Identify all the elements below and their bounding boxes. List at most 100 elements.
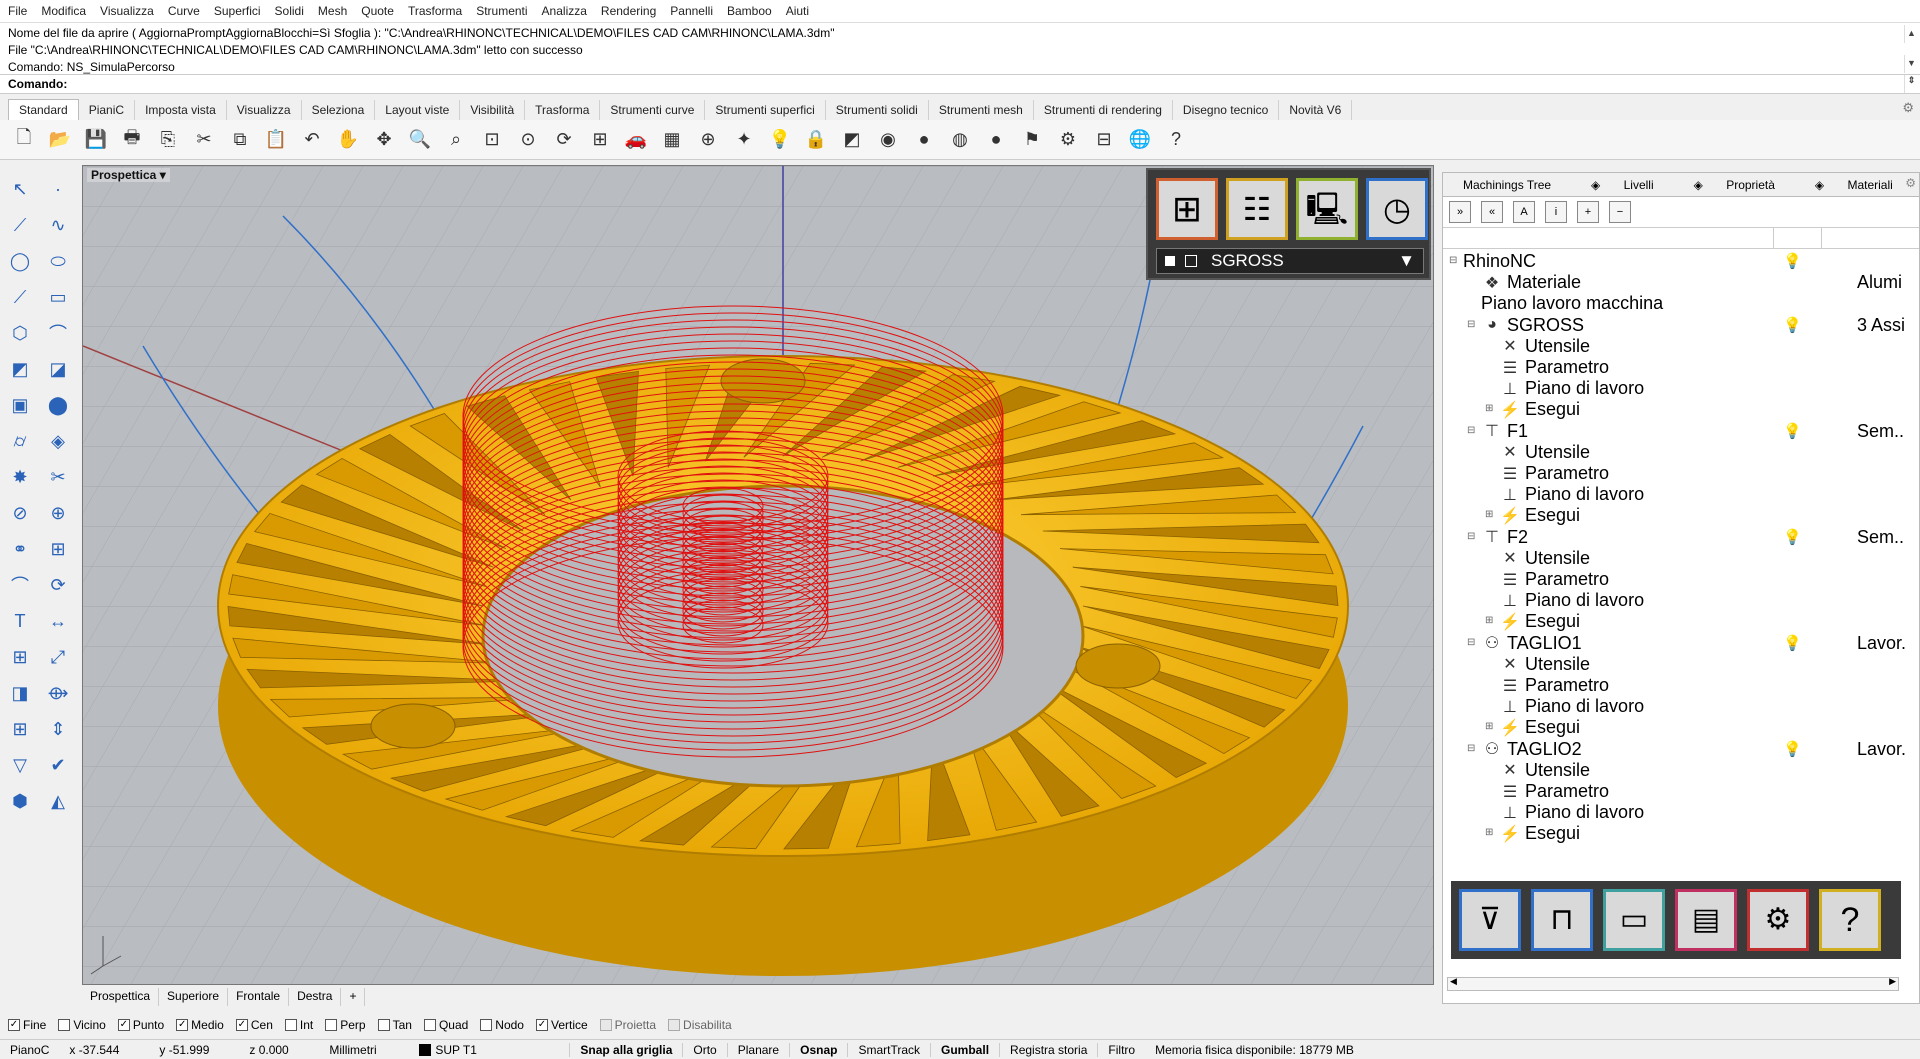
osnap-cen[interactable]: ✓ Cen [235,1018,273,1032]
info-icon[interactable]: i [1545,201,1567,223]
panel-settings-gear-icon[interactable]: ⚙ [1905,176,1916,190]
osnap-checkbox[interactable] [284,1019,297,1031]
tree-node-utensile[interactable]: ✕ Utensile [1499,760,1590,781]
split-icon[interactable]: ⊘ [4,497,36,529]
tree-node-esegui[interactable]: ⊞ ⚡ Esegui [1485,505,1580,526]
osnap-checkbox[interactable] [423,1019,436,1031]
tabs-settings-gear-icon[interactable]: ⚙ [1902,100,1914,116]
tree-node-rhinonc[interactable]: ⊟ RhinoNC [1449,251,1536,272]
osnap-nodo[interactable]: Nodo [480,1018,524,1032]
transform-icon[interactable]: ⟴ [42,677,74,709]
archive-button[interactable]: ▤ [1675,889,1737,951]
tool-library-button[interactable]: ⊽ [1459,889,1521,951]
expand-toggle-icon[interactable]: ⊞ [1485,721,1493,732]
align-icon[interactable]: ⇕ [42,713,74,745]
four-views-icon[interactable]: ⊞ [584,124,616,156]
ellipse-icon[interactable]: ⬭ [42,245,74,277]
tree-node-piano-di-lavoro[interactable]: ⊥ Piano di lavoro [1499,590,1644,611]
tree-node-f1[interactable]: ⊟ ⊤ F1 [1467,421,1528,442]
menu-pannelli[interactable]: Pannelli [670,4,713,18]
help-button[interactable]: ? [1819,889,1881,951]
bulb-on-icon[interactable]: 💡 [1783,528,1802,546]
bulb-off-icon[interactable]: 💡 [1783,740,1802,758]
machining-selector[interactable]: SGROSS ▼ [1156,248,1424,274]
osnap-checkbox[interactable] [58,1019,71,1031]
add-viewport-icon[interactable]: + [341,988,366,1006]
viewport-tab-destra[interactable]: Destra [289,988,342,1006]
light-icon[interactable]: 💡 [764,124,796,156]
status-toggle-orto[interactable]: Orto [682,1042,726,1057]
tab-visibilit[interactable]: Visibilità [460,100,526,120]
tree-node-parametro[interactable]: ☰ Parametro [1499,781,1609,802]
curve-icon[interactable]: ∿ [42,209,74,241]
menu-rendering[interactable]: Rendering [601,4,656,18]
stock-button[interactable]: ☷ [1226,178,1288,240]
layer-icon[interactable]: ◩ [836,124,868,156]
trim-icon[interactable]: ✂ [42,461,74,493]
menu-file[interactable]: File [8,4,27,18]
new-machining-button[interactable]: ⊞ [1156,178,1218,240]
box-icon[interactable]: ▣ [4,389,36,421]
tab-strumenti-superfici[interactable]: Strumenti superfici [705,100,826,120]
polyline-icon[interactable]: ⟋ [4,209,36,241]
tab-pianic[interactable]: PianiC [79,100,136,120]
cylinder-icon[interactable]: ⌭ [4,425,36,457]
expand-all-icon[interactable]: » [1449,201,1471,223]
tree-node-materiale[interactable]: ❖ Materiale [1481,272,1581,293]
print-icon[interactable]: 🖶 [116,124,148,156]
settings-button[interactable]: ⚙ [1747,889,1809,951]
history-scroll-up-icon[interactable]: ▲ [1904,25,1918,43]
tree-node-esegui[interactable]: ⊞ ⚡ Esegui [1485,611,1580,632]
tree-node-taglio1[interactable]: ⊟ ⚇ TAGLIO1 [1467,633,1582,654]
tab-disegno-tecnico[interactable]: Disegno tecnico [1173,100,1280,120]
simulate-button[interactable]: 🖳 [1296,178,1358,240]
mesh-icon[interactable]: ◈ [42,425,74,457]
status-toggle-registra-storia[interactable]: Registra storia [999,1042,1097,1057]
solid-icon[interactable]: ⬢ [4,785,36,817]
flag-icon[interactable]: ⚑ [1016,124,1048,156]
surface-icon[interactable]: ◩ [4,353,36,385]
sphere-icon[interactable]: ● [980,124,1012,156]
zoom-out-icon[interactable]: − [1609,201,1631,223]
status-toggle-osnap[interactable]: Osnap [789,1042,847,1057]
command-input[interactable]: Comando: ⇕ [0,74,1920,94]
menu-trasforma[interactable]: Trasforma [408,4,462,18]
tree-node-sgross[interactable]: ⊟ ◕ SGROSS [1467,315,1584,336]
pan-icon[interactable]: ✋ [332,124,364,156]
machine-button[interactable]: ⊓ [1531,889,1593,951]
tree-node-utensile[interactable]: ✕ Utensile [1499,654,1590,675]
osnap-checkbox[interactable]: ✓ [235,1019,248,1031]
grid-array-icon[interactable]: ⊞ [4,713,36,745]
color-wheel-icon[interactable]: ◉ [872,124,904,156]
text-icon[interactable]: T [4,605,36,637]
point-icon[interactable]: · [42,173,74,205]
osnap-checkbox[interactable] [377,1019,390,1031]
tree-node-esegui[interactable]: ⊞ ⚡ Esegui [1485,399,1580,420]
tab-layout-viste[interactable]: Layout viste [375,100,461,120]
panel-tab-machinings-tree[interactable]: Machinings Tree [1443,175,1571,195]
tab-strumenti-solidi[interactable]: Strumenti solidi [826,100,929,120]
paste-icon[interactable]: 📋 [260,124,292,156]
bulb-on-icon[interactable]: 💡 [1783,252,1802,270]
status-toggle-smarttrack[interactable]: SmartTrack [847,1042,930,1057]
tree-node-piano-di-lavoro[interactable]: ⊥ Piano di lavoro [1499,378,1644,399]
units[interactable]: Millimetri [319,1043,409,1057]
zoom-in-icon[interactable]: + [1577,201,1599,223]
osnap-checkbox[interactable]: ✓ [176,1019,189,1031]
zoom-window-icon[interactable]: ⌕ [440,124,472,156]
osnap-perp[interactable]: Perp [325,1018,366,1032]
shade-icon[interactable]: ● [908,124,940,156]
menu-curve[interactable]: Curve [168,4,200,18]
tab-strumenti-di-rendering[interactable]: Strumenti di rendering [1034,100,1173,120]
collapse-toggle-icon[interactable]: ⊟ [1467,319,1475,330]
tree-node-taglio2[interactable]: ⊟ ⚇ TAGLIO2 [1467,739,1582,760]
osnap-vertice[interactable]: ✓ Vertice [535,1018,588,1032]
collapse-toggle-icon[interactable]: ⊟ [1467,425,1475,436]
tree-node-parametro[interactable]: ☰ Parametro [1499,463,1609,484]
menu-analizza[interactable]: Analizza [542,4,587,18]
array-icon[interactable]: ⊞ [4,641,36,673]
tab-novit-v6[interactable]: Novità V6 [1279,100,1353,120]
fillet-icon[interactable]: ⌒ [4,569,36,601]
status-toggle-snap-alla-griglia[interactable]: Snap alla griglia [569,1042,682,1057]
bulb-off-icon[interactable]: 💡 [1783,422,1802,440]
